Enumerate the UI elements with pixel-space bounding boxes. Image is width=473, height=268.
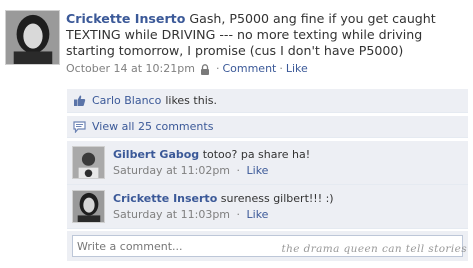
view-all-comments-link[interactable]: View all 25 comments — [92, 120, 213, 133]
comment-author-avatar[interactable] — [72, 146, 105, 179]
comment-item: Gilbert Gabog totoo? pa share ha! Saturd… — [67, 141, 468, 185]
profile-photo-icon — [73, 147, 104, 178]
post-text-block: Crickette Inserto Gash, P5000 ang fine i… — [66, 11, 468, 59]
profile-photo-icon — [6, 11, 59, 64]
comment-text-line: Gilbert Gabog totoo? pa share ha! — [113, 148, 462, 162]
comment-item: Crickette Inserto sureness gilbert!!! :)… — [67, 185, 468, 229]
watermark: the drama queen can tell stories — [281, 243, 467, 255]
comment-timestamp[interactable]: Saturday at 11:03pm — [113, 208, 230, 221]
like-link[interactable]: Like — [286, 62, 308, 76]
post-meta: October 14 at 10:21pm · Comment · Like — [66, 62, 468, 76]
post-timestamp[interactable]: October 14 at 10:21pm — [66, 62, 195, 76]
comment-text-line: Crickette Inserto sureness gilbert!!! :) — [113, 192, 462, 206]
comment-author-link[interactable]: Gilbert Gabog — [113, 148, 199, 161]
profile-photo-icon — [73, 191, 104, 222]
comment-like-link[interactable]: Like — [247, 164, 269, 177]
lock-icon[interactable] — [200, 63, 210, 75]
meta-separator: · — [236, 164, 241, 177]
meta-separator: · — [215, 62, 220, 75]
thumbs-up-icon — [73, 94, 86, 107]
comment-text: totoo? pa share ha! — [202, 148, 311, 161]
comment-body: Gilbert Gabog totoo? pa share ha! Saturd… — [113, 148, 462, 178]
post: Crickette Inserto Gash, P5000 ang fine i… — [66, 11, 468, 76]
meta-separator: · — [236, 208, 241, 221]
comment-author-avatar[interactable] — [72, 190, 105, 223]
comment-body: Crickette Inserto sureness gilbert!!! :)… — [113, 192, 462, 222]
comment-bubble-icon — [73, 120, 86, 134]
likes-suffix: likes this. — [165, 94, 217, 107]
comment-text: sureness gilbert!!! :) — [220, 192, 334, 205]
likes-summary: Carlo Blanco likes this. — [67, 89, 468, 113]
liker-name-link[interactable]: Carlo Blanco — [92, 94, 161, 107]
comment-timestamp[interactable]: Saturday at 11:02pm — [113, 164, 230, 177]
comment-link[interactable]: Comment — [222, 62, 276, 76]
comment-meta: Saturday at 11:03pm · Like — [113, 208, 462, 222]
comment-like-link[interactable]: Like — [247, 208, 269, 221]
meta-separator: · — [279, 62, 283, 75]
comment-author-link[interactable]: Crickette Inserto — [113, 192, 217, 205]
view-all-comments-row[interactable]: View all 25 comments — [67, 116, 468, 138]
post-author-link[interactable]: Crickette Inserto — [66, 11, 185, 26]
post-author-avatar[interactable] — [5, 10, 60, 65]
comment-meta: Saturday at 11:02pm · Like — [113, 164, 462, 178]
